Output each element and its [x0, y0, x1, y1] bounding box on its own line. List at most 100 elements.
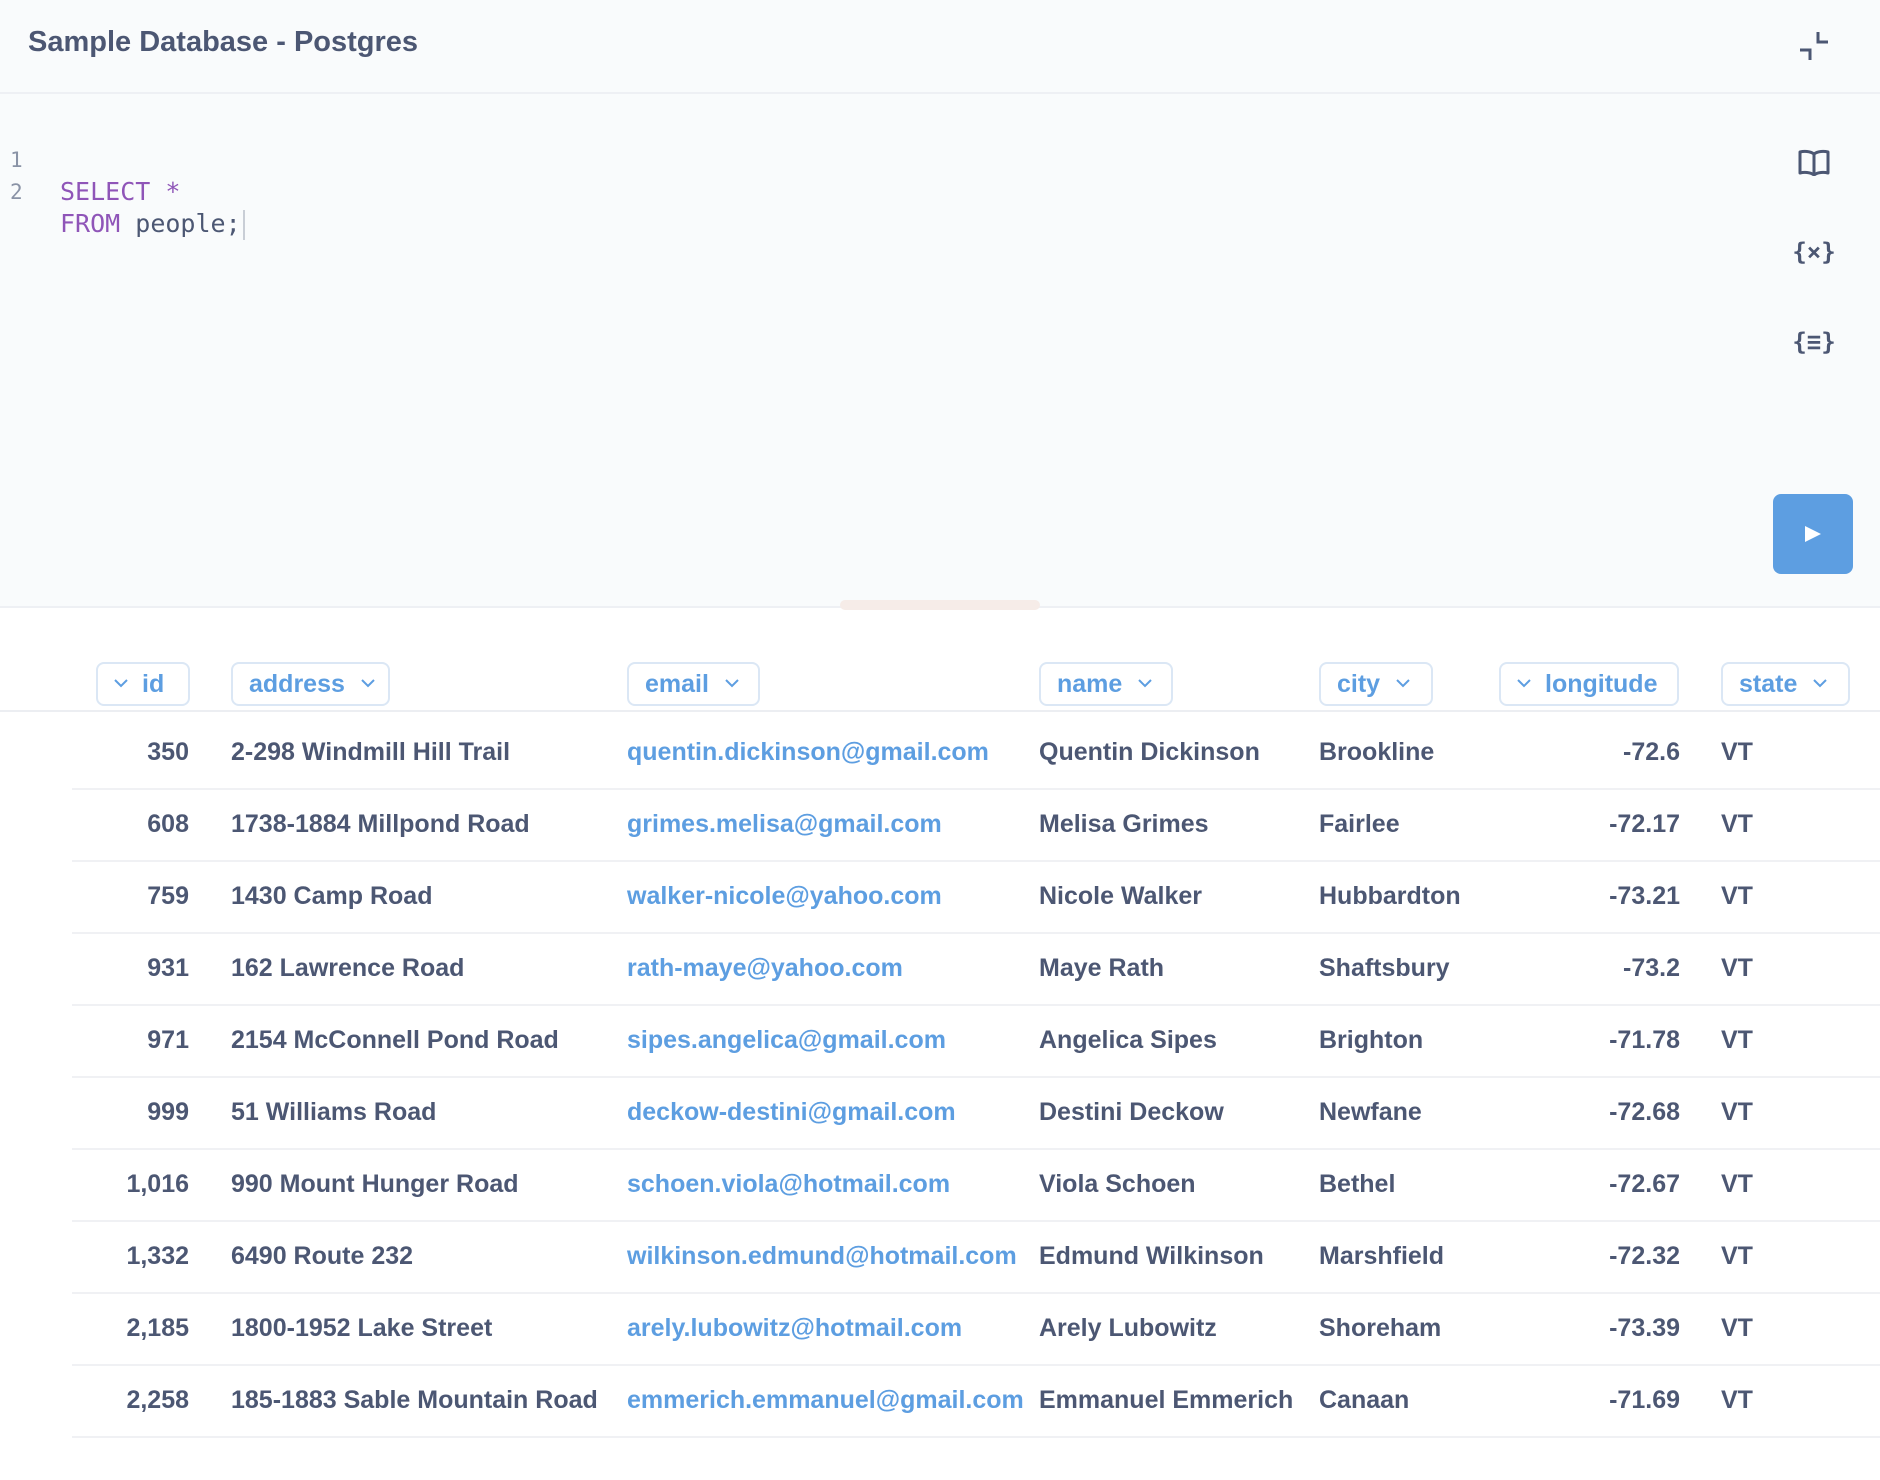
cell-name: Nicole Walker: [1039, 882, 1203, 910]
cell-longitude: -72.6: [1623, 738, 1680, 766]
cell-id: 1,332: [126, 1242, 189, 1270]
cell-state: VT: [1721, 1386, 1753, 1414]
cell-id: 350: [147, 738, 189, 766]
cell-name: Maye Rath: [1039, 954, 1165, 982]
cell-longitude: -72.32: [1609, 1242, 1680, 1270]
cell-city: Brighton: [1319, 1026, 1424, 1054]
cell-longitude: -73.39: [1609, 1314, 1680, 1342]
cell-id: 999: [147, 1098, 189, 1126]
cell-address: 2-298 Windmill Hill Trail: [231, 738, 511, 766]
cell-id: 1,016: [126, 1170, 189, 1198]
table-row: 2,185 1800-1952 Lake Street arely.lubowitz…: [0, 1294, 1880, 1366]
cell-name: Viola Schoen: [1039, 1170, 1196, 1198]
cell-name: Destini Deckow: [1039, 1098, 1224, 1126]
cell-address: 990 Mount Hunger Road: [231, 1170, 519, 1198]
table-row: 1,332 6490 Route 232 wilkinson.edmund@hotm…: [0, 1222, 1880, 1294]
cell-email[interactable]: schoen.viola@hotmail.com: [627, 1168, 950, 1200]
cell-city: Hubbardton: [1319, 882, 1461, 910]
column-label: name: [1057, 669, 1123, 698]
sql-text: *: [150, 177, 181, 206]
cell-email[interactable]: quentin.dickinson@gmail.com: [627, 736, 989, 768]
sql-code-area[interactable]: 1 SELECT * 2 FROM people;: [0, 108, 1760, 588]
cell-longitude: -71.69: [1609, 1386, 1680, 1414]
chevron-down-icon: [1138, 678, 1153, 690]
cell-state: VT: [1721, 882, 1753, 910]
cell-email[interactable]: arely.lubowitz@hotmail.com: [627, 1312, 962, 1344]
column-header-email[interactable]: email: [627, 662, 760, 706]
database-title[interactable]: Sample Database - Postgres: [28, 26, 418, 59]
cell-city: Bethel: [1319, 1170, 1396, 1198]
table-row: 971 2154 McConnell Pond Road sipes.angelic…: [0, 1006, 1880, 1078]
text-cursor: [242, 210, 245, 240]
cell-name: Emmanuel Emmerich: [1039, 1386, 1294, 1414]
cell-id: 2,185: [126, 1314, 189, 1342]
cell-name: Quentin Dickinson: [1039, 738, 1260, 766]
cell-email[interactable]: rath-maye@yahoo.com: [627, 952, 903, 984]
results-table: id address email name city longitude sta…: [0, 608, 1880, 1480]
table-row: 608 1738-1884 Millpond Road grimes.melisa@…: [0, 790, 1880, 862]
cell-city: Marshfield: [1319, 1242, 1445, 1270]
snippets-icon[interactable]: {≡}: [1792, 322, 1836, 362]
cell-name: Arely Lubowitz: [1039, 1314, 1217, 1342]
column-label: email: [645, 669, 709, 698]
cell-longitude: -71.78: [1609, 1026, 1680, 1054]
cell-address: 185-1883 Sable Mountain Road: [231, 1386, 598, 1414]
cell-address: 51 Williams Road: [231, 1098, 437, 1126]
table-row: 1,016 990 Mount Hunger Road schoen.viola@h…: [0, 1150, 1880, 1222]
column-header-address[interactable]: address: [231, 662, 390, 706]
line-number: 2: [10, 180, 23, 204]
cell-longitude: -72.68: [1609, 1098, 1680, 1126]
table-row: 931 162 Lawrence Road rath-maye@yahoo.com M…: [0, 934, 1880, 1006]
cell-address: 6490 Route 232: [231, 1242, 414, 1270]
column-label: state: [1739, 669, 1798, 698]
table-header: id address email name city longitude sta…: [0, 652, 1880, 712]
column-header-longitude[interactable]: longitude: [1499, 662, 1679, 706]
run-query-button[interactable]: [1773, 494, 1853, 574]
cell-address: 1738-1884 Millpond Road: [231, 810, 530, 838]
book-icon[interactable]: [1792, 142, 1836, 182]
cell-longitude: -73.21: [1609, 882, 1680, 910]
cell-email[interactable]: emmerich.emmanuel@gmail.com: [627, 1384, 1024, 1416]
cell-address: 1430 Camp Road: [231, 882, 433, 910]
column-header-state[interactable]: state: [1721, 662, 1850, 706]
cell-state: VT: [1721, 738, 1753, 766]
cell-name: Edmund Wilkinson: [1039, 1242, 1264, 1270]
cell-name: Angelica Sipes: [1039, 1026, 1217, 1054]
cell-email[interactable]: grimes.melisa@gmail.com: [627, 808, 942, 840]
cell-city: Shoreham: [1319, 1314, 1442, 1342]
cell-city: Shaftsbury: [1319, 954, 1450, 982]
table-row: 350 2-298 Windmill Hill Trail quentin.dick…: [0, 718, 1880, 790]
cell-city: Brookline: [1319, 738, 1435, 766]
chevron-down-icon: [361, 678, 375, 690]
chevron-down-icon: [725, 678, 739, 690]
cell-state: VT: [1721, 954, 1753, 982]
cell-city: Canaan: [1319, 1386, 1410, 1414]
column-label: longitude: [1545, 669, 1658, 698]
cell-longitude: -73.2: [1623, 954, 1680, 982]
cell-city: Fairlee: [1319, 810, 1400, 838]
cell-id: 608: [147, 810, 189, 838]
header-divider: [0, 710, 1880, 712]
cell-state: VT: [1721, 1314, 1753, 1342]
cell-email[interactable]: wilkinson.edmund@hotmail.com: [627, 1240, 1017, 1272]
column-header-city[interactable]: city: [1319, 662, 1433, 706]
column-label: city: [1337, 669, 1381, 698]
column-header-name[interactable]: name: [1039, 662, 1173, 706]
cell-id: 931: [147, 954, 189, 982]
variables-icon[interactable]: {×}: [1792, 232, 1836, 272]
code-line[interactable]: 2 FROM people;: [0, 144, 245, 240]
cell-id: 759: [147, 882, 189, 910]
cell-state: VT: [1721, 1026, 1753, 1054]
collapse-icon[interactable]: [1796, 28, 1832, 64]
cell-id: 971: [147, 1026, 189, 1054]
table-row: 759 1430 Camp Road walker-nicole@yahoo.com…: [0, 862, 1880, 934]
cell-email[interactable]: deckow-destini@gmail.com: [627, 1096, 956, 1128]
cell-city: Newfane: [1319, 1098, 1422, 1126]
cell-email[interactable]: sipes.angelica@gmail.com: [627, 1024, 946, 1056]
column-header-id[interactable]: id: [96, 662, 190, 706]
cell-email[interactable]: walker-nicole@yahoo.com: [627, 880, 942, 912]
table-row: 2,258 185-1883 Sable Mountain Road emmeric…: [0, 1366, 1880, 1438]
cell-state: VT: [1721, 1170, 1753, 1198]
code-line[interactable]: 1 SELECT *: [0, 112, 180, 206]
cell-state: VT: [1721, 1242, 1753, 1270]
